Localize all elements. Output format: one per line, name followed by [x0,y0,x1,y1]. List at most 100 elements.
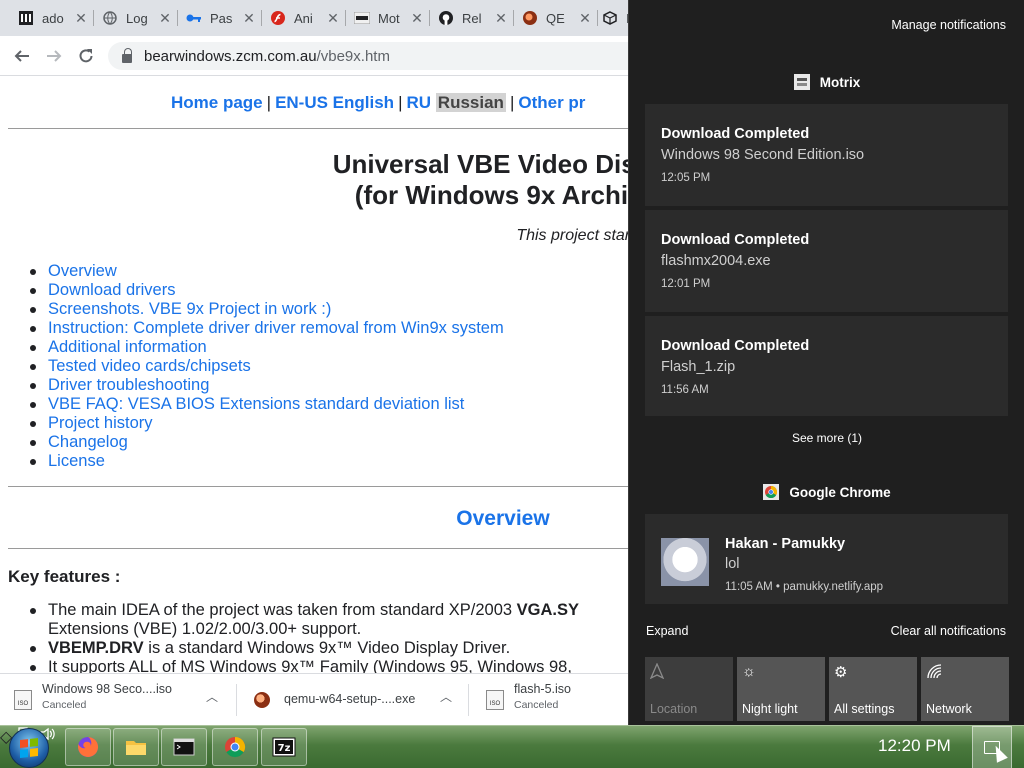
quick-action-network[interactable]: Network [921,657,1009,721]
url-path: /vbe9x.htm [316,47,390,65]
arrow-right-icon [47,50,62,62]
toc-link[interactable]: Overview [30,262,504,281]
toc-link[interactable]: Screenshots. VBE 9x Project in work :) [30,300,504,319]
toc-link[interactable]: Additional information [30,338,504,357]
iso-file-icon: ISO [486,690,504,710]
divider [8,548,628,549]
url-host: bearwindows.zcm.com.au [144,47,317,65]
tab-mot[interactable]: Mot ✕ [348,4,430,32]
web-page: Home page | EN-US English | RU Russian | Other… [0,77,628,673]
divider [8,486,628,487]
terminal-icon [173,738,195,756]
quick-action-all-settings[interactable]: ⚙ All settings [829,657,917,721]
tab-ani[interactable]: Ani ✕ [264,4,346,32]
close-tab-icon[interactable]: ✕ [74,10,88,27]
toc-link[interactable]: Project history [30,414,504,433]
top-navigation: Home page | EN-US English | RU Russian | Other… [171,93,586,112]
project-started-text: This project started on May, 200 [516,227,628,244]
library-icon [18,10,34,26]
7zip-icon: 7z [272,737,296,757]
reload-button[interactable] [74,44,98,68]
toc-link[interactable]: Download drivers [30,281,504,300]
download-item[interactable]: ISO Windows 98 Seco....iso Canceled ︿ [14,682,232,718]
manage-notifications-link[interactable]: Manage notifications [891,18,1006,32]
list-item: It supports ALL of MS Windows 9x™ Family… [29,658,579,673]
network-icon [926,663,942,683]
list-item: The main IDEA of the project was taken f… [29,601,580,619]
chrome-icon [763,484,780,500]
motrix-group-header: Motrix [629,74,1024,90]
list-item: VBEMP.DRV is a standard Windows 9x™ Vide… [29,639,579,658]
download-item[interactable]: qemu-w64-setup-....exe ︿ [254,682,464,718]
close-tab-icon[interactable]: ✕ [326,10,340,27]
back-button[interactable] [10,44,34,68]
notification-card[interactable]: Hakan - Pamukky lol 11:05 AM • pamukky.n… [645,514,1008,604]
reload-icon [79,49,93,63]
quick-action-night-light[interactable]: ☼ Night light [737,657,825,721]
taskbar-chrome[interactable] [212,728,258,766]
quick-action-location[interactable]: Location [645,657,733,721]
globe-icon [102,10,118,26]
home-page-link[interactable]: Home page [171,93,263,112]
forward-button[interactable] [42,44,66,68]
download-shelf: ISO Windows 98 Seco....iso Canceled ︿ qe… [0,673,628,725]
tab-ado[interactable]: ado ✕ [12,4,94,32]
toc-link[interactable]: Instruction: Complete driver driver remo… [30,319,504,338]
page-title: Universal VBE Video Displa (for Windows … [332,149,628,210]
lock-icon [122,47,132,63]
github-icon [438,10,454,26]
taskbar-file-explorer[interactable] [113,728,159,766]
notification-card[interactable]: Download Completed Flash_1.zip 11:56 AM [645,316,1008,416]
overview-heading[interactable]: Overview [0,507,628,531]
chrome-group-header: Google Chrome [629,484,1024,500]
english-link[interactable]: EN-US English [275,93,394,112]
arrow-left-icon [14,50,29,62]
start-button[interactable] [9,728,49,768]
other-link[interactable]: Other pr [518,93,585,112]
windows-logo-icon [20,738,38,758]
expand-link[interactable]: Expand [646,624,688,638]
motrix-icon [354,10,370,26]
toc-link[interactable]: License [30,452,504,471]
table-of-contents: Overview Download drivers Screenshots. V… [30,262,504,471]
flash-icon [270,10,286,26]
taskbar-terminal[interactable] [161,728,207,766]
taskbar-firefox[interactable] [65,728,111,766]
close-tab-icon[interactable]: ✕ [242,10,256,27]
divider [8,128,628,129]
toc-link[interactable]: Changelog [30,433,504,452]
download-item[interactable]: ISO flash-5.iso Canceled [486,682,626,718]
features-list: The main IDEA of the project was taken f… [29,601,580,673]
motrix-icon [793,74,810,90]
qemu-icon [522,10,538,26]
see-more-link[interactable]: See more (1) [629,431,1024,445]
chevron-up-icon[interactable]: ︿ [440,688,452,705]
action-center: Manage notifications Motrix Download Com… [628,0,1024,725]
close-tab-icon[interactable]: ✕ [158,10,172,27]
notification-card[interactable]: Download Completed flashmx2004.exe 12:01… [645,210,1008,312]
chrome-icon [225,736,246,758]
tab-rel[interactable]: Rel ✕ [432,4,514,32]
notification-card[interactable]: Download Completed Windows 98 Second Edi… [645,104,1008,206]
iso-file-icon: ISO [14,690,32,710]
tab-qe[interactable]: QE ✕ [516,4,598,32]
key-icon [186,10,202,26]
tab-log[interactable]: Log ✕ [96,4,178,32]
package-icon [602,10,618,26]
svg-text:7z: 7z [278,743,291,754]
close-tab-icon[interactable]: ✕ [494,10,508,27]
avatar [661,538,709,586]
taskbar-7zip[interactable]: 7z [261,728,307,766]
close-tab-icon[interactable]: ✕ [410,10,424,27]
clear-all-notifications-link[interactable]: Clear all notifications [891,624,1006,638]
tab-pas[interactable]: Pas ✕ [180,4,262,32]
night-light-icon: ☼ [742,663,756,680]
toc-link[interactable]: Tested video cards/chipsets [30,357,504,376]
russian-link[interactable]: RU Russian [407,93,506,112]
toc-link[interactable]: Driver troubleshooting [30,376,504,395]
chevron-up-icon[interactable]: ︿ [206,688,218,705]
close-tab-icon[interactable]: ✕ [578,10,592,27]
settings-icon: ⚙ [834,664,848,681]
toc-link[interactable]: VBE FAQ: VESA BIOS Extensions standard d… [30,395,504,414]
taskbar-clock[interactable]: 12:20 PM [878,736,951,756]
